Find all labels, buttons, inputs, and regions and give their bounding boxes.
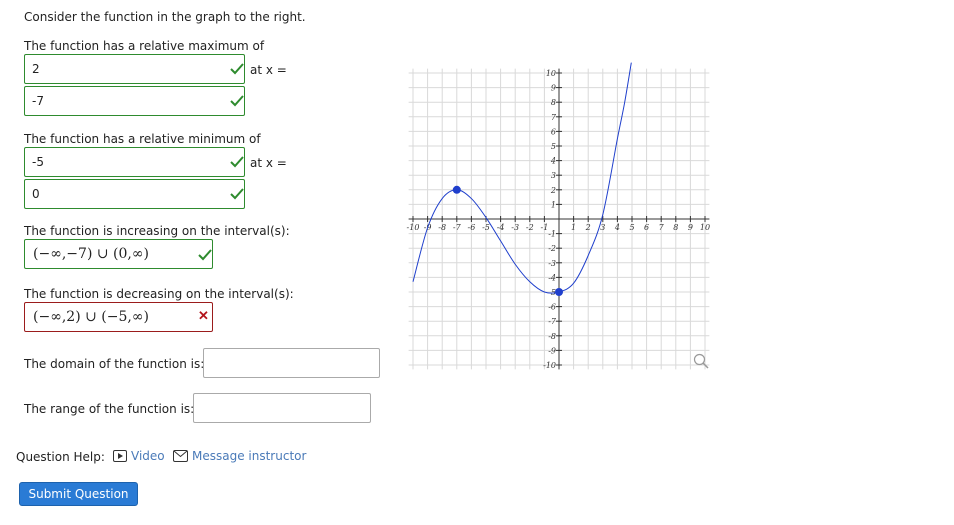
video-link-text: Video <box>131 449 165 463</box>
question-help-label: Question Help: <box>16 450 105 464</box>
message-instructor-text: Message instructor <box>192 449 307 463</box>
x-tick-label: -5 <box>482 223 490 232</box>
x-tick-label: -1 <box>541 223 549 232</box>
y-tick-label: -9 <box>548 346 556 355</box>
intro-text: Consider the function in the graph to th… <box>24 10 306 24</box>
key-point <box>555 288 563 296</box>
y-tick-label: 3 <box>551 171 556 180</box>
x-tick-label: -4 <box>497 223 505 232</box>
x-tick-label: 8 <box>673 223 678 232</box>
x-tick-label: 4 <box>614 223 620 232</box>
at-x-label: at x = <box>250 63 287 77</box>
at-x-label-2: at x = <box>250 156 287 170</box>
function-curve <box>412 62 632 294</box>
max-x-text: -7 <box>32 94 44 108</box>
domain-label: The domain of the function is: <box>24 357 205 371</box>
video-icon <box>113 450 127 462</box>
check-icon <box>230 156 244 168</box>
x-tick-label: 1 <box>571 223 576 232</box>
max-value-input[interactable]: 2 <box>24 54 245 84</box>
y-tick-label: -1 <box>548 230 556 239</box>
range-input[interactable] <box>193 393 371 423</box>
min-label: The function has a relative minimum of <box>24 132 261 146</box>
y-tick-label: 9 <box>551 84 556 93</box>
graph-points <box>452 185 563 296</box>
x-tick-label: 2 <box>585 223 591 232</box>
x-tick-label: -10 <box>407 223 420 232</box>
x-tick-label: 6 <box>644 223 649 232</box>
max-label: The function has a relative maximum of <box>24 39 265 53</box>
check-icon <box>198 249 212 261</box>
y-tick-label: -2 <box>548 244 556 253</box>
key-point <box>452 185 461 194</box>
y-tick-label: 1 <box>551 200 556 209</box>
x-tick-label: -2 <box>526 223 534 232</box>
increasing-value: (−∞,−7) ∪ (0,∞) <box>33 246 149 262</box>
magnify-icon[interactable] <box>693 353 709 369</box>
y-tick-label: 5 <box>551 142 556 151</box>
decreasing-input[interactable]: (−∞,2) ∪ (−5,∞) ✕ <box>24 302 213 332</box>
y-tick-label: -10 <box>543 361 556 370</box>
check-icon <box>230 63 244 75</box>
decreasing-label: The function is decreasing on the interv… <box>24 287 294 301</box>
min-value-input[interactable]: -5 <box>24 147 245 177</box>
x-tick-label: 10 <box>700 223 710 232</box>
min-value-text: -5 <box>32 155 44 169</box>
max-value-text: 2 <box>32 62 40 76</box>
x-tick-label: 3 <box>600 223 605 232</box>
x-tick-label: -3 <box>511 223 519 232</box>
y-tick-label: 8 <box>551 98 556 107</box>
function-graph: -10 -9 -8 -7 -6 -5 -4 -3 -2 -1 1 2 3 4 5 6 7 8 9 10-10-9-8-… <box>407 62 710 370</box>
message-instructor-link[interactable]: Message instructor <box>173 449 306 463</box>
graph-axes <box>408 68 710 370</box>
y-tick-label: -8 <box>548 332 556 341</box>
submit-question-button[interactable]: Submit Question <box>19 482 138 506</box>
decreasing-value: (−∞,2) ∪ (−5,∞) <box>33 309 149 325</box>
y-tick-label: -7 <box>548 317 557 326</box>
x-tick-label: -6 <box>468 223 476 232</box>
video-link[interactable]: Video <box>113 449 165 463</box>
y-tick-label: -3 <box>548 259 556 268</box>
min-x-text: 0 <box>32 187 40 201</box>
x-tick-label: 7 <box>659 223 665 232</box>
mail-icon <box>173 450 188 462</box>
y-tick-label: -6 <box>548 303 556 312</box>
y-tick-label: 2 <box>550 186 556 195</box>
y-tick-label: 4 <box>550 157 556 166</box>
x-tick-label: -8 <box>438 223 446 232</box>
x-tick-label: 9 <box>688 223 693 232</box>
check-icon <box>230 188 244 200</box>
y-tick-label: 10 <box>546 69 556 78</box>
x-tick-label: 5 <box>629 223 634 232</box>
y-tick-label: -4 <box>548 273 556 282</box>
increasing-input[interactable]: (−∞,−7) ∪ (0,∞) <box>24 239 213 269</box>
min-x-input[interactable]: 0 <box>24 179 245 209</box>
x-tick-label: -7 <box>453 223 462 232</box>
increasing-label: The function is increasing on the interv… <box>24 224 290 238</box>
range-label: The range of the function is: <box>24 402 195 416</box>
y-tick-label: 6 <box>551 127 556 136</box>
check-icon <box>230 95 244 107</box>
max-x-input[interactable]: -7 <box>24 86 245 116</box>
domain-input[interactable] <box>203 348 380 378</box>
x-mark-icon: ✕ <box>198 309 209 324</box>
